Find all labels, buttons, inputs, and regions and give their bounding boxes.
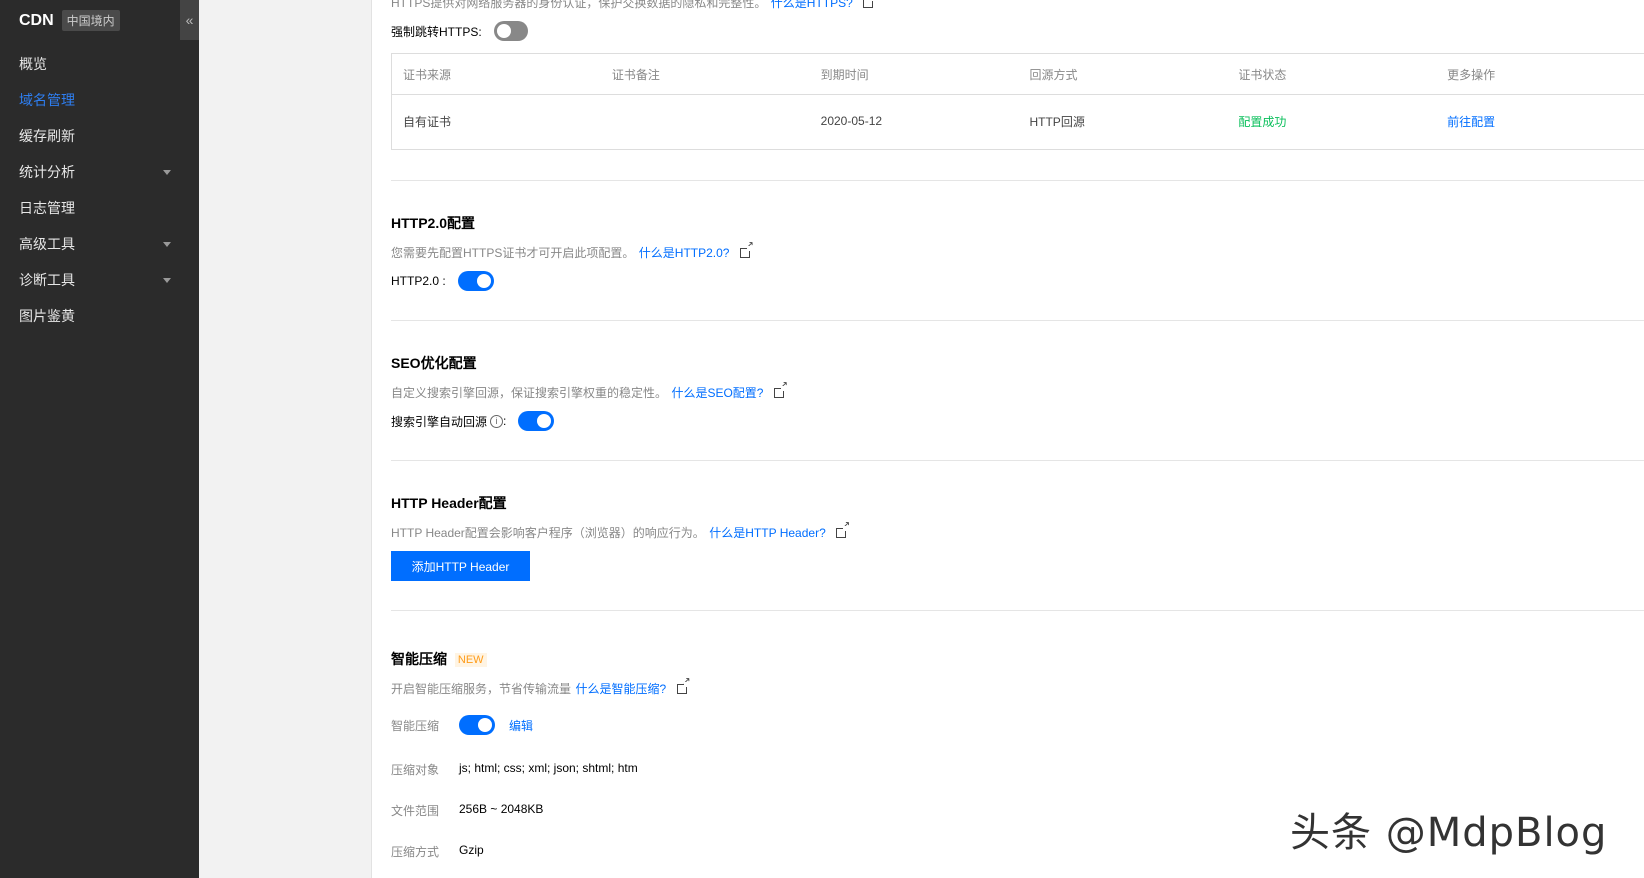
page-gutter	[199, 0, 371, 878]
caret-down-icon	[163, 241, 171, 247]
sidebar-item-diagnostic-tools[interactable]: 诊断工具	[0, 262, 199, 298]
external-link-icon	[676, 677, 691, 694]
sidebar-item-statistics[interactable]: 统计分析	[0, 154, 199, 190]
column-header: 到期时间	[820, 67, 869, 82]
region-badge[interactable]: 中国境内	[61, 10, 120, 31]
compress-label: 智能压缩	[391, 718, 440, 733]
sidebar-item-label: 统计分析	[19, 164, 75, 180]
column-header: 证书状态	[1238, 67, 1287, 82]
http2-title: HTTP2.0配置	[391, 215, 476, 231]
sidebar-item-logs[interactable]: 日志管理	[0, 190, 199, 226]
add-http-header-button[interactable]: 添加HTTP Header	[391, 551, 530, 581]
sidebar-item-cache-refresh[interactable]: 缓存刷新	[0, 118, 199, 154]
seo-label: 搜索引擎自动回源	[391, 414, 488, 429]
force-https-label: 强制跳转HTTPS:	[391, 24, 482, 39]
certificate-table: 证书来源 证书备注 到期时间 回源方式 证书状态 更多操作 自有证书 2020-…	[391, 53, 1644, 150]
http2-toggle-row: HTTP2.0 :	[391, 271, 494, 291]
sidebar-item-label: 图片鉴黄	[19, 308, 75, 324]
info-icon[interactable]: i	[490, 414, 504, 428]
compress-title: 智能压缩	[391, 651, 447, 667]
sidebar-item-overview[interactable]: 概览	[0, 46, 199, 82]
main-content: HTTPS提供对网络服务器的身份认证，保护交换数据的隐私和完整性。 什么是HTT…	[371, 0, 1644, 878]
configure-link-cell: 前往配置	[1436, 113, 1644, 130]
http2-description: 您需要先配置HTTPS证书才可开启此项配置。	[391, 246, 635, 260]
new-badge: NEW	[454, 653, 487, 667]
https-description: HTTPS提供对网络服务器的身份认证，保护交换数据的隐私和完整性。	[391, 0, 767, 10]
sidebar-item-advanced-tools[interactable]: 高级工具	[0, 226, 199, 262]
https-description-row: HTTPS提供对网络服务器的身份认证，保护交换数据的隐私和完整性。 什么是HTT…	[391, 0, 877, 12]
compress-title-row: 智能压缩 NEW	[391, 649, 487, 669]
divider	[391, 610, 1644, 611]
compress-method-value: Gzip	[459, 843, 484, 857]
caret-down-icon	[163, 277, 171, 283]
sidebar-item-label: 概览	[19, 56, 47, 72]
collapse-sidebar-icon[interactable]: «	[180, 0, 199, 40]
external-link-icon	[773, 381, 788, 398]
cert-status: 配置成功	[1238, 114, 1287, 129]
external-link-icon	[836, 521, 850, 538]
seo-toggle[interactable]	[518, 411, 555, 431]
compress-range-key: 文件范围	[391, 804, 440, 818]
http2-description-row: 您需要先配置HTTPS证书才可开启此项配置。 什么是HTTP2.0?	[391, 241, 754, 262]
divider	[391, 320, 1644, 321]
seo-help-link[interactable]: 什么是SEO配置?	[671, 386, 763, 400]
column-header: 回源方式	[1029, 67, 1078, 82]
https-help-link[interactable]: 什么是HTTPS?	[771, 0, 853, 10]
compress-help-link[interactable]: 什么是智能压缩?	[575, 682, 666, 696]
watermark: 头条 @MdpBlog	[1290, 810, 1608, 856]
force-https-row: 强制跳转HTTPS:	[391, 21, 528, 41]
brand: CDN 中国境内	[19, 10, 120, 31]
sidebar-item-label: 日志管理	[19, 200, 75, 216]
header-description: HTTP Header配置会影响客户程序（浏览器）的响应行为。	[391, 526, 705, 540]
compress-method-row: 压缩方式 Gzip	[391, 843, 484, 860]
external-link-icon	[863, 0, 877, 8]
table-header: 证书来源 证书备注 到期时间 回源方式 证书状态 更多操作	[392, 54, 1644, 95]
origin-method: HTTP回源	[1029, 114, 1085, 129]
column-header: 证书来源	[403, 67, 452, 82]
seo-title: SEO优化配置	[391, 355, 477, 371]
divider	[391, 180, 1644, 181]
cert-source: 自有证书	[403, 114, 452, 129]
table-row: 自有证书 2020-05-12 HTTP回源 配置成功 前往配置	[392, 95, 1644, 147]
compress-target-row: 压缩对象 js; html; css; xml; json; shtml; ht…	[391, 761, 638, 778]
sidebar: CDN 中国境内 « 概览 域名管理 缓存刷新 统计分析 日志管理 高级工具 诊…	[0, 0, 199, 878]
seo-description-row: 自定义搜索引擎回源，保证搜索引擎权重的稳定性。 什么是SEO配置?	[391, 381, 788, 402]
compress-target-value: js; html; css; xml; json; shtml; htm	[459, 761, 638, 775]
compress-range-value: 256B ~ 2048KB	[459, 802, 544, 816]
sidebar-item-label: 诊断工具	[19, 272, 75, 288]
cert-expiry: 2020-05-12	[820, 114, 883, 128]
header-description-row: HTTP Header配置会影响客户程序（浏览器）的响应行为。 什么是HTTP …	[391, 521, 850, 542]
compress-description: 开启智能压缩服务，节省传输流量	[391, 682, 572, 696]
caret-down-icon	[163, 169, 171, 175]
sidebar-item-label: 域名管理	[19, 92, 75, 108]
compress-description-row: 开启智能压缩服务，节省传输流量 什么是智能压缩?	[391, 677, 691, 698]
sidebar-item-label: 缓存刷新	[19, 128, 75, 144]
http2-toggle[interactable]	[457, 271, 494, 291]
brand-name: CDN	[19, 11, 54, 29]
sidebar-item-label: 高级工具	[19, 236, 75, 252]
divider	[391, 460, 1644, 461]
sidebar-nav: 概览 域名管理 缓存刷新 统计分析 日志管理 高级工具 诊断工具 图片鉴黄	[0, 46, 199, 334]
seo-label-colon: :	[503, 414, 507, 428]
column-header: 更多操作	[1447, 67, 1496, 82]
sidebar-item-image-moderation[interactable]: 图片鉴黄	[0, 298, 199, 334]
compress-toggle[interactable]	[459, 715, 495, 735]
compress-range-row: 文件范围 256B ~ 2048KB	[391, 802, 543, 819]
header-help-link[interactable]: 什么是HTTP Header?	[709, 526, 825, 540]
compress-toggle-row: 智能压缩 编辑	[391, 715, 533, 735]
header-title: HTTP Header配置	[391, 495, 507, 511]
sidebar-item-domain-management[interactable]: 域名管理	[0, 82, 199, 118]
go-configure-link[interactable]: 前往配置	[1447, 115, 1495, 129]
compress-target-key: 压缩对象	[391, 763, 440, 777]
seo-description: 自定义搜索引擎回源，保证搜索引擎权重的稳定性。	[391, 386, 668, 400]
external-link-icon	[739, 241, 754, 258]
compress-method-key: 压缩方式	[391, 845, 440, 859]
http2-label: HTTP2.0 :	[391, 274, 446, 288]
force-https-toggle[interactable]	[493, 21, 528, 41]
seo-toggle-row: 搜索引擎自动回源 i :	[391, 411, 555, 431]
http2-help-link[interactable]: 什么是HTTP2.0?	[639, 246, 730, 260]
column-header: 证书备注	[611, 67, 660, 82]
compress-edit-link[interactable]: 编辑	[509, 717, 533, 734]
